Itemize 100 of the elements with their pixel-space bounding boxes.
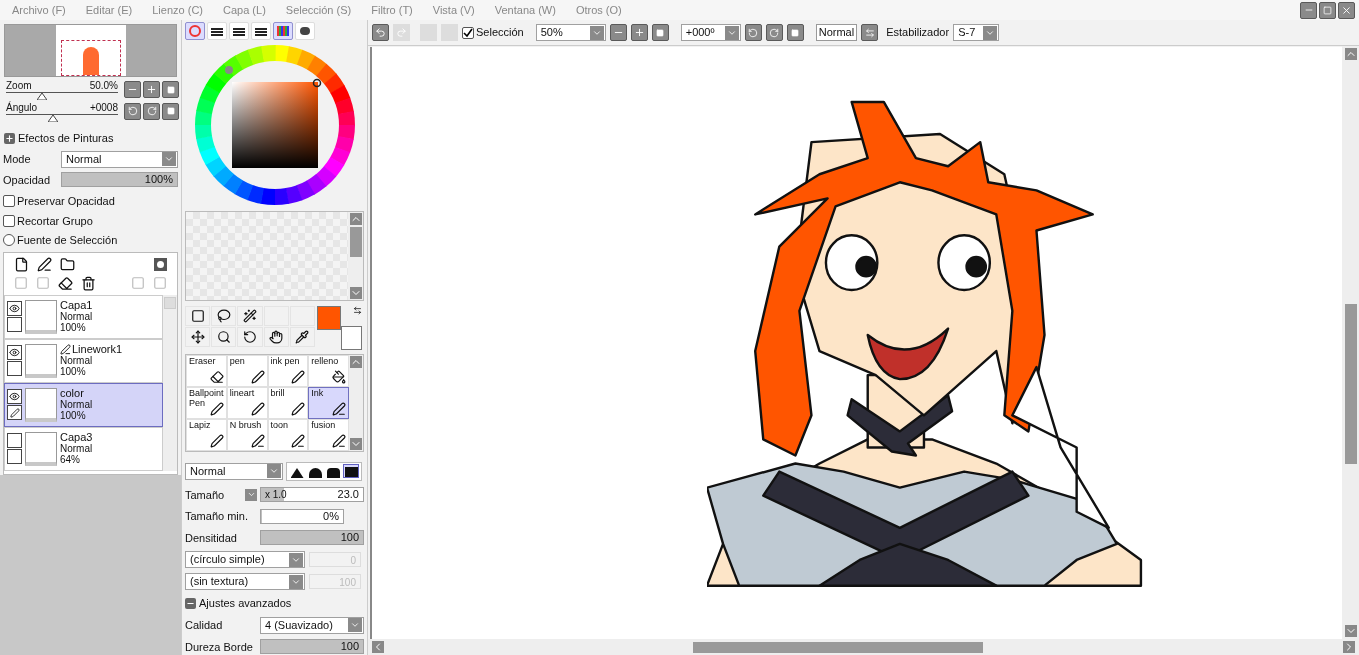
brush-slot[interactable]: lineart [226,386,268,419]
zoom-dropdown[interactable]: 50% [535,24,606,41]
size-slider[interactable]: x 1.0 23.0 [260,487,364,503]
brush-icon [209,433,224,448]
tool-button[interactable] [237,305,263,326]
visibility-toggle[interactable] [7,301,22,316]
menu-item[interactable]: Lienzo (C) [152,1,203,19]
color-wheel[interactable] [192,43,357,207]
zoom-reset-button[interactable] [162,81,179,98]
tool-button[interactable] [185,305,211,326]
scrollbar[interactable] [1342,46,1359,639]
scrollbar-thumb[interactable] [693,641,983,653]
checkbox[interactable] [3,195,15,208]
slider-track[interactable] [6,92,118,100]
layer-row[interactable]: color Normal 100% [4,382,163,427]
blend-dropdown[interactable]: Normal [185,462,283,480]
menu-item[interactable]: Editar (E) [85,1,133,19]
navigator-preview[interactable] [4,24,177,77]
rotate-left-button[interactable] [124,102,141,120]
scrollbar[interactable] [348,212,363,300]
opacity-slider[interactable]: 100% [61,172,178,188]
brush-shape-dropdown[interactable]: (círculo simple) [185,551,305,568]
color-panel-tab[interactable] [273,22,293,40]
flip-button[interactable] [861,24,879,41]
angle-dropdown[interactable]: +000º [680,24,741,41]
rotate-right-button[interactable] [765,24,783,41]
min-size-slider[interactable]: 0% [260,508,344,524]
rotate-reset-button[interactable] [162,102,179,120]
zoom-in-button[interactable] [630,24,648,41]
canvas[interactable] [370,47,1342,639]
brush-slot[interactable]: pen [226,354,268,387]
eyedropper-icon [295,329,310,344]
brush-slot[interactable]: Ink [308,386,349,419]
checkbox[interactable] [462,26,474,39]
density-slider[interactable]: 100 [260,530,364,546]
hardness-slider[interactable]: 100 [260,639,364,655]
close-button[interactable] [1338,1,1355,19]
visibility-toggle[interactable] [7,389,22,404]
rotate-left-button[interactable] [744,24,762,41]
mode-dropdown[interactable]: Normal [61,150,178,168]
collapse-icon[interactable] [185,597,196,609]
lasso-icon [216,308,231,323]
swatch-area[interactable] [186,212,348,300]
tool-button[interactable] [289,326,315,347]
edit-toggle[interactable] [7,317,22,332]
brush-slot[interactable]: toon [267,418,309,451]
tool-button[interactable] [211,305,237,326]
brush-slot[interactable]: Lapiz [186,418,227,451]
quality-dropdown[interactable]: 4 (Suavizado) [260,616,364,634]
minimize-button[interactable] [1300,1,1317,19]
tool-button[interactable] [263,326,289,347]
zoom-reset-button[interactable] [651,24,669,41]
slider-track[interactable] [6,114,118,122]
blend-mode-button[interactable]: Normal [815,24,858,41]
brush-slot[interactable]: N brush [226,418,268,451]
brush-slot[interactable]: Ballpoint Pen [186,386,227,419]
texture-dropdown[interactable]: (sin textura) [185,573,305,590]
menu-item[interactable]: Filtro (T) [371,1,413,19]
color-panel-tab[interactable] [185,22,205,40]
brush-slot[interactable]: ink pen [267,354,309,387]
scrollbar-thumb[interactable] [349,227,362,257]
edit-toggle[interactable] [7,361,22,376]
brush-slot[interactable]: brill [267,386,309,419]
visibility-toggle[interactable] [7,345,22,360]
scrollbar[interactable] [163,294,177,471]
foreground-color-swatch[interactable] [317,305,341,330]
brush-shape-option[interactable] [343,464,359,478]
edit-toggle[interactable] [7,405,22,420]
layer-row[interactable]: Capa1 Normal 100% [4,294,163,339]
undo-button[interactable] [372,24,389,41]
scrollbar[interactable] [368,639,1359,655]
visibility-toggle[interactable] [7,433,22,448]
scrollbar-thumb[interactable] [1344,304,1357,464]
layer-row[interactable]: Linework1 Normal 100% [4,338,163,383]
zoom-out-button[interactable] [124,81,141,98]
brush-slot[interactable]: Eraser [186,354,227,387]
checkbox[interactable] [3,214,15,227]
stabilizer-dropdown[interactable]: S-7 [953,24,1000,41]
tool-button[interactable] [237,326,263,347]
radio-button[interactable] [3,234,15,247]
scrollbar[interactable] [349,354,363,451]
brush-slot[interactable]: fusion [308,418,349,451]
zoom-out-button[interactable] [609,24,627,41]
menu-item[interactable]: Otros (O) [575,1,622,19]
scroll-left-icon [372,641,384,653]
size-range-button[interactable] [245,488,257,501]
brush-slot[interactable]: relleno [308,354,349,387]
layer-row[interactable]: Capa3 Normal 64% [4,426,163,471]
tool-button[interactable] [211,326,237,347]
zoom-in-button[interactable] [143,81,160,98]
background-color-swatch[interactable] [341,325,362,350]
expand-icon[interactable] [4,132,15,144]
rotate-reset-button[interactable] [786,24,804,41]
rotate-right-button[interactable] [143,102,160,120]
restore-button[interactable] [1319,1,1336,19]
edit-toggle[interactable] [7,449,22,464]
option-label: Fuente de Selección [17,233,118,248]
layer-mode: Normal [60,311,93,322]
tool-button[interactable] [185,326,211,347]
field-label: Mode [3,151,32,167]
